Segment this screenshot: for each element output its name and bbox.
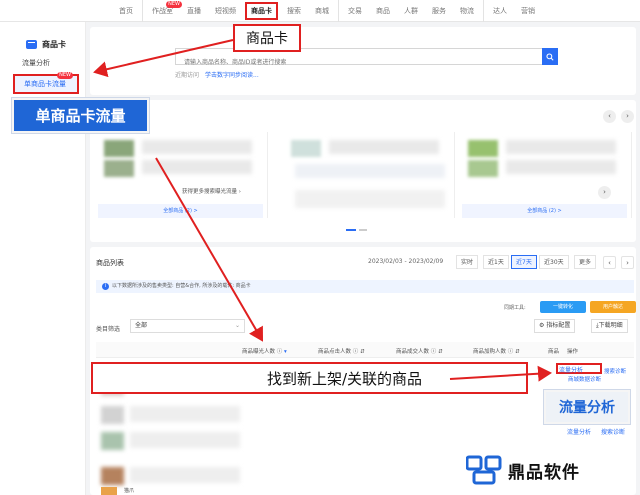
callout-single-product-card-traffic: 单商品卡流量 [12,98,149,133]
nav-trade[interactable]: 交易 [341,0,369,22]
tools-label: 同期工具: [504,305,526,311]
product-thumbnail [468,140,498,157]
one-click-convert-button[interactable]: 一键转化 [540,301,586,313]
user-reach-button[interactable]: 用户触达 [590,301,636,313]
search-icon [546,52,554,61]
nav-search[interactable]: 搜索 [280,0,308,22]
mall-diagnosis-link[interactable]: 商城数据诊断 [568,375,601,383]
th-cart[interactable]: 商品加购人数 ⓘ ⇵ [473,347,520,355]
search-diagnosis-link[interactable]: 搜索诊断 [604,367,626,375]
carousel-next-icon[interactable]: › [621,110,634,123]
product-thumbnail [101,487,117,495]
range-30day[interactable]: 近30天 [539,255,569,269]
th-exposure[interactable]: 商品曝光人数 ⓘ ▾ [242,347,287,355]
nav-short-video[interactable]: 短视频 [208,0,243,22]
nav-talent[interactable]: 达人 [486,0,514,22]
range-realtime[interactable]: 实时 [456,255,479,269]
search-input[interactable] [176,55,536,70]
search-diagnosis-link[interactable]: 搜索诊断 [601,427,625,436]
product-thumbnail [104,160,134,177]
product-card: 获得更多搜索曝光流量 › 全部商品 (2) > [98,132,268,218]
carousel-prev-icon[interactable]: ‹ [603,110,616,123]
nav-service[interactable]: 服务 [425,0,453,22]
nav-mall[interactable]: 商城 [308,0,339,22]
product-name[interactable]: 猫爪 [124,487,134,494]
product-thumbnail [291,140,321,157]
range-more[interactable]: 更多 [574,255,597,269]
info-icon: i [102,283,109,290]
product-card: 全部商品 (2) > [462,132,632,218]
search-button[interactable] [542,48,558,65]
sidebar-item-single-product-card-traffic[interactable]: 单商品卡流量 NEW [13,72,79,94]
range-7day[interactable]: 近7天 [511,255,537,269]
th-click[interactable]: 商品点击人数 ⓘ ⇵ [318,347,365,355]
product-thumbnail [101,406,124,424]
nav-marketing[interactable]: 营销 [514,0,542,22]
sidebar-header: 商品卡 [0,22,85,54]
nav-war-room[interactable]: 作战室 NEW [145,0,182,22]
info-text: 以下数据所涉及的售卖类型: 自营&合作, 所涉及的载体: 商品卡 [112,283,251,289]
top-navigation: 首页 作战室 NEW 直播 短视频 商品卡 搜索 商城 交易 商品 人群 服务 物… [0,0,640,22]
nav-product-card[interactable]: 商品卡 [243,0,280,22]
traffic-analysis-link[interactable]: 流量分析 [567,427,591,436]
brand-name: 鼎品软件 [508,462,580,483]
carousel-dot[interactable] [346,229,356,231]
category-filter-label: 类目筛选 [96,326,121,333]
brand-watermark: 鼎品软件 [465,455,580,485]
date-range[interactable]: 2023/02/03 - 2023/02/09 [368,258,443,265]
product-thumbnail [104,140,134,157]
product-thumbnail [468,160,498,177]
sidebar-title: 商品卡 [42,39,66,49]
product-card-icon [26,39,37,49]
prev-period-icon[interactable]: ‹ [603,256,616,269]
recent-link[interactable]: 学击数字同步阅读... [205,72,259,79]
th-operation: 操作 [567,349,579,355]
exposure-link[interactable]: 获得更多搜索曝光流量 › [182,187,241,195]
product-thumbnail [101,432,124,450]
new-badge: NEW [57,72,73,79]
download-button[interactable]: ⤓下载明细 [591,319,628,333]
product-card [285,132,455,218]
card-footer-link[interactable]: 全部商品 (2) > [98,204,263,218]
callout-product-card: 商品卡 [233,24,301,52]
carousel-next-icon[interactable]: › [598,186,611,199]
nav-crowd[interactable]: 人群 [397,0,425,22]
traffic-analysis-link[interactable]: 流量分析 [559,365,583,374]
callout-find-new-product: 找到新上架/关联的商品 [91,362,528,394]
range-1day[interactable]: 近1天 [483,255,509,269]
gear-icon: ⚙ [539,322,545,329]
recent-visits: 近期访问 学击数字同步阅读... [175,70,259,79]
brand-logo-icon [465,455,502,485]
chevron-down-icon: ⌄ [234,322,240,329]
next-period-icon[interactable]: › [621,256,634,269]
product-list-title: 商品列表 [96,259,124,267]
th-deal[interactable]: 商品成交人数 ⓘ ⇵ [396,347,443,355]
recent-label: 近期访问 [175,72,200,79]
callout-traffic-analysis: 流量分析 [544,390,630,424]
nav-logistics[interactable]: 物流 [453,0,484,22]
nav-home[interactable]: 首页 [112,0,143,22]
th-goods: 商品 [548,349,560,355]
product-thumbnail [101,467,124,485]
sidebar-item-traffic-analysis[interactable]: 流量分析 [0,54,85,72]
sidebar: 商品卡 流量分析 单商品卡流量 NEW [0,22,86,495]
nav-goods[interactable]: 商品 [369,0,397,22]
nav-live[interactable]: 直播 [180,0,208,22]
card-footer-link[interactable]: 全部商品 (2) > [462,204,627,218]
metric-config-button[interactable]: ⚙ 指标配置 [534,319,576,333]
category-filter-select[interactable]: 全部 ⌄ [130,319,245,333]
info-bar: i 以下数据所涉及的售卖类型: 自营&合作, 所涉及的载体: 商品卡 [96,280,634,293]
carousel-dot[interactable] [359,229,367,231]
